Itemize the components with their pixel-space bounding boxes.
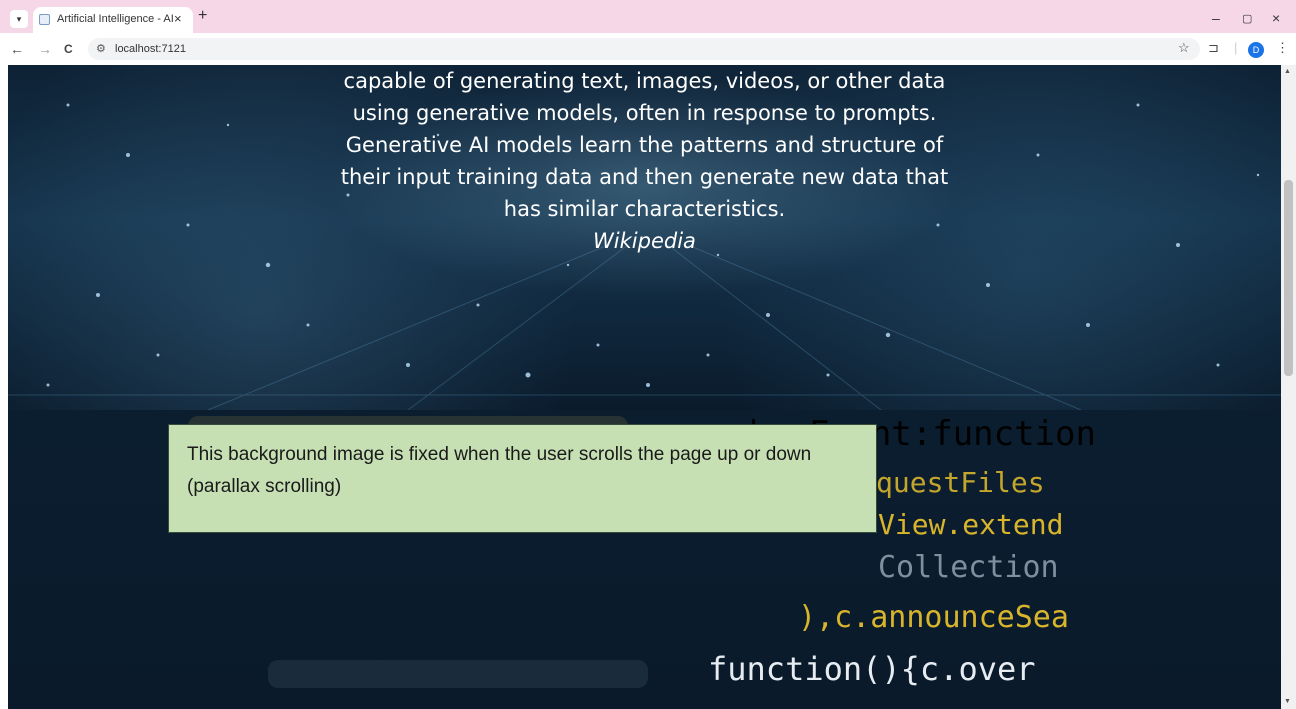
scrollbar-thumb[interactable] (1284, 180, 1293, 376)
extensions-icon[interactable]: ⊐ (1208, 40, 1219, 56)
reload-button[interactable]: C (64, 42, 73, 56)
blurred-code-strip (268, 660, 648, 688)
scroll-up-icon[interactable]: ▲ (1284, 68, 1291, 75)
quote-line: using generative models, often in respon… (352, 101, 937, 125)
quote-line: their input training data and then gener… (340, 165, 949, 189)
minimize-button[interactable]: – (1212, 10, 1220, 26)
tab-close-icon[interactable]: × (174, 11, 182, 26)
tab-active[interactable]: Artificial Intelligence - AI × (33, 7, 193, 33)
tab-title: Artificial Intelligence - AI (57, 13, 174, 25)
forward-button[interactable]: → (38, 41, 52, 57)
profile-avatar[interactable]: D (1248, 42, 1264, 58)
url-text[interactable]: localhost:7121 (115, 43, 186, 55)
quote-line: Generative AI models learn the patterns … (345, 133, 944, 157)
tab-search-button[interactable]: ▾ (10, 10, 28, 28)
hero-section: capable of generating text, images, vide… (8, 65, 1281, 410)
callout-text: This background image is fixed when the … (187, 444, 812, 497)
address-bar[interactable] (88, 38, 1200, 60)
annotation-callout: This background image is fixed when the … (168, 424, 877, 533)
new-tab-button[interactable]: + (198, 7, 207, 25)
close-window-button[interactable]: × (1272, 10, 1280, 26)
toolbar-divider: | (1234, 40, 1238, 55)
bookmark-star-icon[interactable]: ☆ (1178, 40, 1190, 56)
quote-line: capable of generating text, images, vide… (343, 69, 946, 93)
site-info-icon[interactable]: ⚙ (96, 42, 106, 55)
vertical-scrollbar[interactable] (1281, 65, 1296, 709)
quote-line: has similar characteristics. (503, 197, 786, 221)
code-line: ),c.announceSea (798, 600, 1069, 635)
code-line: Collection (878, 550, 1059, 585)
back-button[interactable]: ← (10, 41, 24, 57)
chevron-down-icon: ▾ (16, 14, 22, 24)
code-line: function(){c.over (708, 650, 1036, 688)
scroll-down-icon[interactable]: ▼ (1284, 698, 1291, 705)
quote-source: Wikipedia (593, 229, 696, 253)
page-viewport: capable of generating text, images, vide… (8, 65, 1281, 709)
maximize-button[interactable]: ▢ (1242, 12, 1252, 25)
browser-menu-icon[interactable]: ⋮ (1276, 40, 1289, 56)
page-favicon-icon (39, 14, 50, 25)
code-line: View.extend (878, 508, 1064, 541)
tab-strip: ▾ Artificial Intelligence - AI × + – ▢ × (0, 0, 1296, 33)
quote-block: capable of generating text, images, vide… (8, 65, 1281, 257)
